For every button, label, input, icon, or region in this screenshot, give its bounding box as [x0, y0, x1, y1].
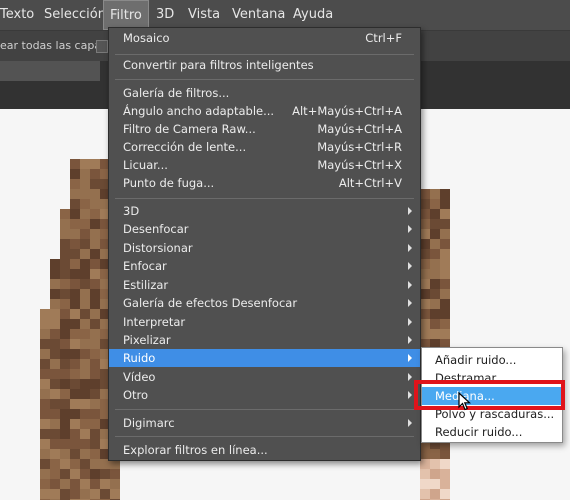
menu-item-mosaico[interactable]: Mosaico Ctrl+F [109, 29, 420, 47]
menu-item-blur-gallery[interactable]: Galería de efectos Desenfocar [109, 294, 420, 312]
menu-item-liquify[interactable]: Licuar... Mayús+Ctrl+X [109, 156, 420, 174]
document-tab[interactable] [0, 61, 100, 81]
menu-separator [115, 409, 414, 410]
menu-item-pixelate[interactable]: Pixelizar [109, 331, 420, 349]
submenu-arrow-icon [408, 391, 412, 399]
submenu-arrow-icon [408, 336, 412, 344]
menu-item-filter-gallery[interactable]: Galería de filtros... [109, 84, 420, 102]
submenu-item-add-noise[interactable]: Añadir ruido... [422, 351, 562, 369]
submenu-arrow-icon [408, 262, 412, 270]
submenu-item-reduce-noise[interactable]: Reducir ruido... [422, 423, 562, 441]
menu-ventana[interactable]: Ventana [226, 0, 291, 30]
menu-separator [115, 198, 414, 199]
highlight-annotation-box [414, 380, 565, 410]
sample-all-layers-label[interactable]: ear todas las capas [0, 31, 107, 61]
menu-item-browse-filters-online[interactable]: Explorar filtros en línea... [109, 441, 420, 459]
filter-menu: Mosaico Ctrl+F Convertir para filtros int… [108, 27, 421, 461]
menu-3d[interactable]: 3D [150, 0, 180, 30]
menu-item-camera-raw[interactable]: Filtro de Camera Raw... Mayús+Ctrl+A [109, 120, 420, 138]
submenu-arrow-icon [408, 318, 412, 326]
menu-item-convert-smart-filters[interactable]: Convertir para filtros inteligentes [109, 56, 420, 74]
menu-item-distort[interactable]: Distorsionar [109, 239, 420, 257]
menu-separator [115, 436, 414, 437]
menu-item-adaptive-wide-angle[interactable]: Ángulo ancho adaptable... Alt+Mayús+Ctrl+… [109, 102, 420, 120]
menu-item-vanishing-point[interactable]: Punto de fuga... Alt+Ctrl+V [109, 174, 420, 192]
menu-item-render[interactable]: Interpretar [109, 313, 420, 331]
mouse-pointer-icon [458, 392, 472, 411]
menu-item-lens-correction[interactable]: Corrección de lente... Mayús+Ctrl+R [109, 138, 420, 156]
sample-options-icon[interactable] [96, 40, 108, 53]
menu-filtro[interactable]: Filtro [103, 0, 149, 30]
menu-item-3d[interactable]: 3D [109, 202, 420, 220]
submenu-arrow-icon [408, 281, 412, 289]
menu-item-noise[interactable]: Ruido [109, 349, 420, 367]
menu-seleccion[interactable]: Selección [38, 0, 112, 30]
menu-vista[interactable]: Vista [182, 0, 226, 30]
menu-item-stylize[interactable]: Estilizar [109, 276, 420, 294]
menu-texto[interactable]: Texto [0, 0, 40, 30]
menu-item-digimarc[interactable]: Digimarc [109, 414, 420, 432]
submenu-arrow-icon [408, 207, 412, 215]
menu-separator [115, 79, 414, 80]
submenu-arrow-icon [408, 225, 412, 233]
submenu-arrow-icon [408, 354, 412, 362]
submenu-arrow-icon [408, 373, 412, 381]
menu-item-sharpen[interactable]: Enfocar [109, 257, 420, 275]
submenu-arrow-icon [408, 419, 412, 427]
menu-item-video[interactable]: Vídeo [109, 368, 420, 386]
submenu-arrow-icon [408, 299, 412, 307]
menu-ayuda[interactable]: Ayuda [287, 0, 339, 30]
menu-separator [115, 54, 414, 55]
submenu-arrow-icon [408, 244, 412, 252]
menu-item-other[interactable]: Otro [109, 386, 420, 404]
menu-item-blur[interactable]: Desenfocar [109, 220, 420, 238]
